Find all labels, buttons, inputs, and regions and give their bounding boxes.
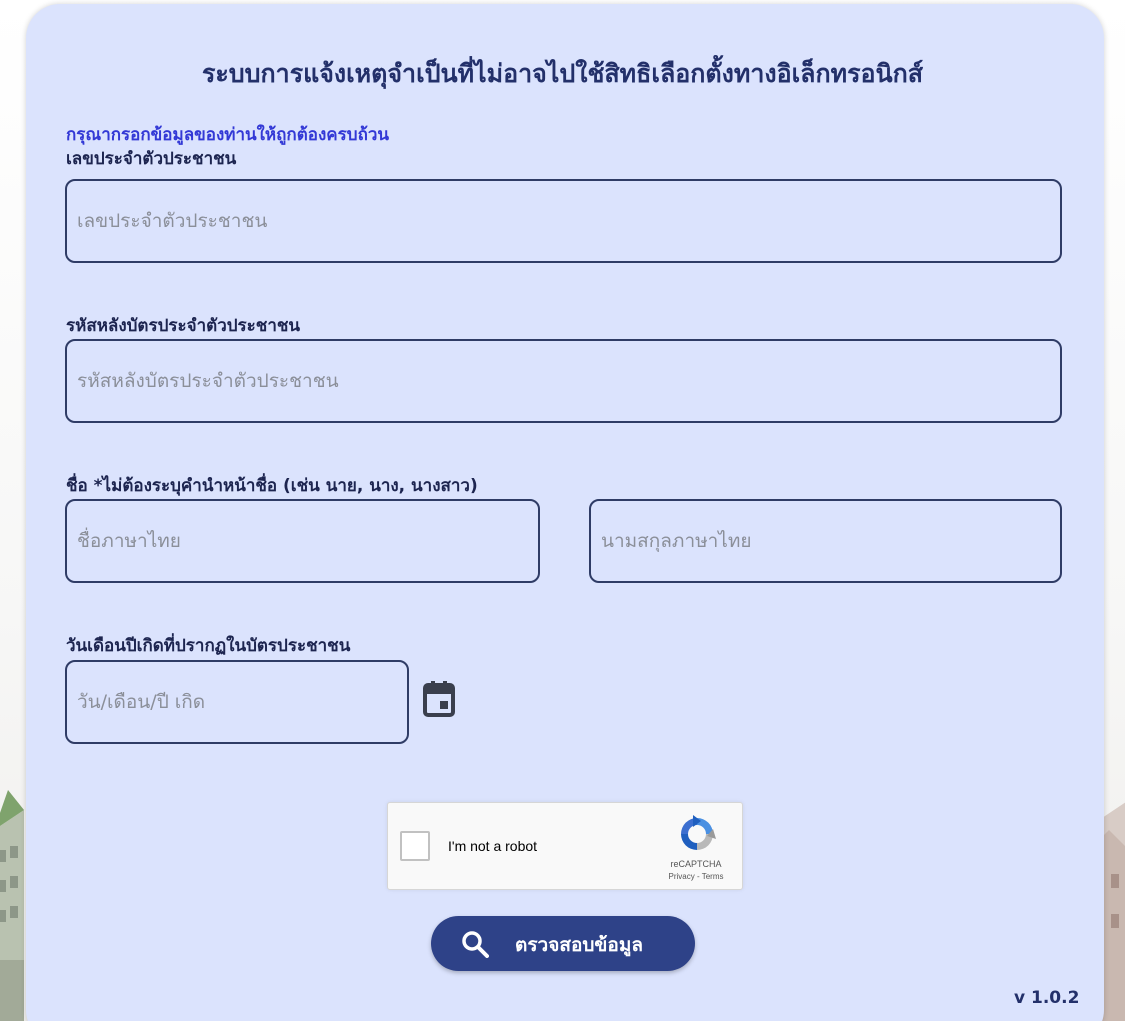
recaptcha-links[interactable]: Privacy - Terms	[650, 872, 742, 881]
verify-button[interactable]: ตรวจสอบข้อมูล	[431, 916, 695, 971]
recaptcha-logo-icon	[681, 815, 716, 850]
citizen-id-input[interactable]	[65, 179, 1062, 263]
birthdate-label: วันเดือนปีเกิดที่ปรากฏในบัตรประชาชน	[66, 636, 351, 656]
recaptcha-checkbox[interactable]	[400, 831, 430, 861]
birthdate-input[interactable]	[65, 660, 409, 744]
recaptcha-label: I'm not a robot	[448, 838, 538, 854]
version-text: v 1.0.2	[1014, 988, 1080, 1008]
citizen-id-label: เลขประจำตัวประชาชน	[66, 149, 237, 169]
search-icon	[462, 931, 489, 958]
laser-code-input[interactable]	[65, 339, 1062, 423]
first-name-input[interactable]	[65, 499, 540, 583]
verify-button-label: ตรวจสอบข้อมูล	[515, 934, 643, 956]
recaptcha-brand: reCAPTCHA	[670, 859, 722, 869]
calendar-icon[interactable]	[423, 681, 455, 717]
instruction-text: กรุณากรอกข้อมูลของท่านให้ถูกต้องครบถ้วน	[66, 125, 390, 145]
page-title: ระบบการแจ้งเหตุจำเป็นที่ไม่อาจไปใช้สิทธิ…	[201, 59, 924, 88]
name-label: ชื่อ *ไม่ต้องระบุคำนำหน้าชื่อ (เช่น นาย,…	[66, 476, 478, 496]
page-background: ระบบการแจ้งเหตุจำเป็นที่ไม่อาจไปใช้สิทธิ…	[0, 0, 1125, 1021]
last-name-input[interactable]	[589, 499, 1062, 583]
laser-code-label: รหัสหลังบัตรประจำตัวประชาชน	[66, 316, 301, 336]
recaptcha-widget: I'm not a robot reCAPTCHA Privacy - Term…	[387, 802, 743, 890]
